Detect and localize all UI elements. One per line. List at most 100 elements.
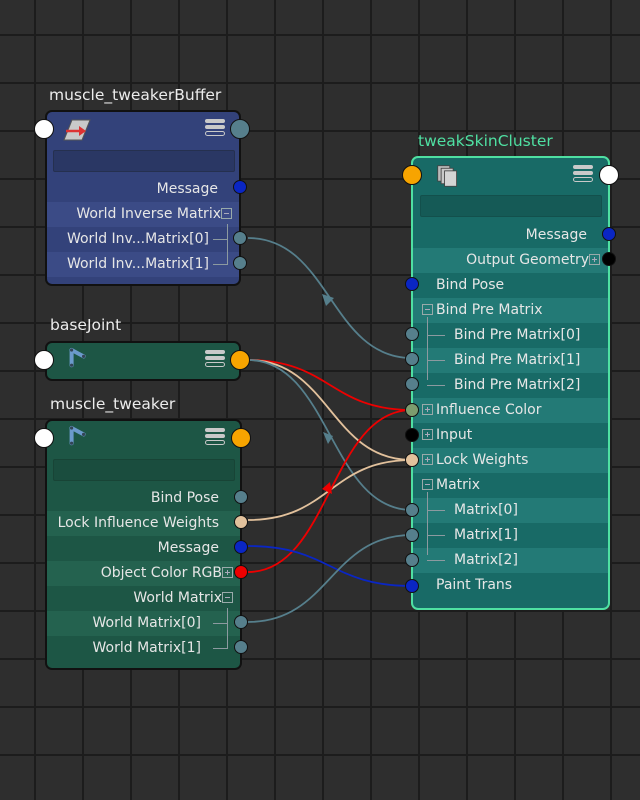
tree-line	[427, 360, 445, 361]
attribute-filter-field[interactable]	[53, 150, 235, 172]
joint-icon	[69, 348, 86, 368]
tree-line	[427, 385, 445, 386]
attr-label: World Matrix[0]	[92, 615, 201, 631]
expand-icon[interactable]	[222, 566, 233, 578]
node-title-basejoint: baseJoint	[50, 316, 122, 334]
node-muscle-tweaker[interactable]: Bind Pose Lock Influence Weights Message…	[45, 419, 242, 670]
menu-icon[interactable]	[205, 428, 225, 448]
transform-arrow-icon	[63, 119, 91, 141]
tree-line	[213, 623, 227, 624]
plug-world-matrix-0[interactable]	[234, 615, 248, 629]
attribute-filter-field[interactable]	[420, 195, 602, 217]
attr-row-input[interactable]: Input	[413, 423, 608, 448]
attr-row-message: Message	[47, 536, 240, 561]
node-output-plug[interactable]	[599, 165, 619, 185]
attr-label: World Matrix[1]	[92, 640, 201, 656]
wire-basejoint-to-influencecolor[interactable]	[247, 359, 413, 411]
node-input-plug[interactable]	[34, 119, 54, 139]
attr-row-bind-pose: Bind Pose	[413, 273, 608, 298]
collapse-icon[interactable]	[422, 303, 433, 315]
attr-label: World Inv...Matrix[0]	[66, 231, 209, 247]
node-basejoint[interactable]	[45, 341, 241, 381]
attribute-filter-field[interactable]	[53, 459, 235, 481]
menu-icon[interactable]	[573, 165, 593, 185]
plug-bind-pre-matrix-0[interactable]	[405, 327, 419, 341]
attr-row-world-inverse-matrix[interactable]: World Inverse Matrix	[47, 202, 239, 227]
wire-basejoint-to-matrix0[interactable]	[247, 359, 413, 511]
plug-message[interactable]	[602, 227, 616, 241]
plug-bind-pre-matrix-2[interactable]	[405, 377, 419, 391]
collapse-icon[interactable]	[422, 478, 433, 490]
attr-row-object-color-rgb[interactable]: Object Color RGB	[47, 561, 240, 586]
plug-message[interactable]	[233, 180, 247, 194]
plug-paint-trans[interactable]	[405, 579, 419, 593]
attr-label: Bind Pre Matrix[0]	[454, 327, 581, 343]
plug-message[interactable]	[234, 540, 248, 554]
plug-lock-weights[interactable]	[405, 453, 419, 467]
attr-label: Matrix	[436, 477, 481, 493]
attr-label: Lock Influence Weights	[57, 515, 219, 531]
tree-line	[427, 492, 428, 555]
node-input-plug[interactable]	[34, 350, 54, 370]
expand-icon[interactable]	[422, 428, 433, 440]
plug-world-inv-matrix-0[interactable]	[233, 231, 247, 245]
node-input-plug[interactable]	[402, 165, 422, 185]
wire-basejoint-to-lockweights[interactable]	[247, 359, 413, 461]
tree-line	[427, 510, 445, 511]
attr-label: Matrix[2]	[454, 552, 518, 568]
node-muscle-tweaker-buffer[interactable]: Message World Inverse Matrix World Inv..…	[45, 110, 241, 286]
attr-row-world-matrix[interactable]: World Matrix	[47, 586, 240, 611]
node-output-plug[interactable]	[231, 428, 251, 448]
plug-bind-pose[interactable]	[405, 277, 419, 291]
joint-icon	[69, 426, 86, 446]
collapse-icon[interactable]	[221, 207, 232, 219]
plug-lock-influence-weights[interactable]	[234, 515, 248, 529]
attr-row-world-inv-matrix-1: World Inv...Matrix[1]	[47, 252, 239, 277]
attr-row-message: Message	[413, 223, 608, 248]
attr-label: Input	[436, 427, 473, 443]
attr-label: World Matrix	[133, 590, 222, 606]
expand-icon[interactable]	[589, 253, 600, 265]
plug-input[interactable]	[405, 428, 419, 442]
attr-label: Bind Pre Matrix[1]	[454, 352, 581, 368]
plug-matrix-1[interactable]	[405, 528, 419, 542]
attr-label: Bind Pre Matrix	[436, 302, 543, 318]
plug-influence-color[interactable]	[405, 403, 419, 417]
plug-output-geometry[interactable]	[602, 252, 616, 266]
node-output-plug[interactable]	[230, 350, 250, 370]
tree-line	[213, 648, 228, 649]
attr-row-bind-pre-matrix[interactable]: Bind Pre Matrix	[413, 298, 608, 323]
collapse-icon[interactable]	[222, 591, 233, 603]
attr-row-influence-color[interactable]: Influence Color	[413, 398, 608, 423]
expand-icon[interactable]	[422, 453, 433, 465]
tree-line	[227, 224, 228, 264]
attr-row-lock-weights[interactable]: Lock Weights	[413, 448, 608, 473]
menu-icon[interactable]	[205, 119, 225, 139]
plug-matrix-0[interactable]	[405, 503, 419, 517]
node-output-plug[interactable]	[230, 119, 250, 139]
plug-matrix-2[interactable]	[405, 553, 419, 567]
attr-row-lock-influence-weights: Lock Influence Weights	[47, 511, 240, 536]
tree-line	[427, 560, 445, 561]
attr-row-output-geometry[interactable]: Output Geometry	[413, 248, 608, 273]
tree-line	[227, 608, 228, 648]
plug-world-matrix-1[interactable]	[234, 640, 248, 654]
attr-label: Bind Pre Matrix[2]	[454, 377, 581, 393]
node-input-plug[interactable]	[34, 428, 54, 448]
menu-icon[interactable]	[205, 350, 225, 370]
expand-icon[interactable]	[422, 403, 433, 415]
plug-bind-pre-matrix-1[interactable]	[405, 352, 419, 366]
attr-label: Message	[525, 227, 587, 243]
wire-buffer-to-bindprematrix1[interactable]	[247, 237, 413, 359]
plug-bind-pose[interactable]	[234, 490, 248, 504]
attr-row-paint-trans: Paint Trans	[413, 573, 608, 598]
node-title-muscle-tweaker: muscle_tweaker	[50, 395, 176, 413]
tree-line	[213, 239, 227, 240]
plug-world-inv-matrix-1[interactable]	[233, 256, 247, 270]
attr-label: Message	[157, 540, 219, 556]
plug-object-color-rgb[interactable]	[234, 565, 248, 579]
attr-row-matrix[interactable]: Matrix	[413, 473, 608, 498]
attr-label: Matrix[1]	[454, 527, 518, 543]
attr-row-world-matrix-0: World Matrix[0]	[47, 611, 240, 636]
node-tweak-skin-cluster[interactable]: Message Output Geometry Bind Pose Bind P…	[411, 156, 610, 610]
